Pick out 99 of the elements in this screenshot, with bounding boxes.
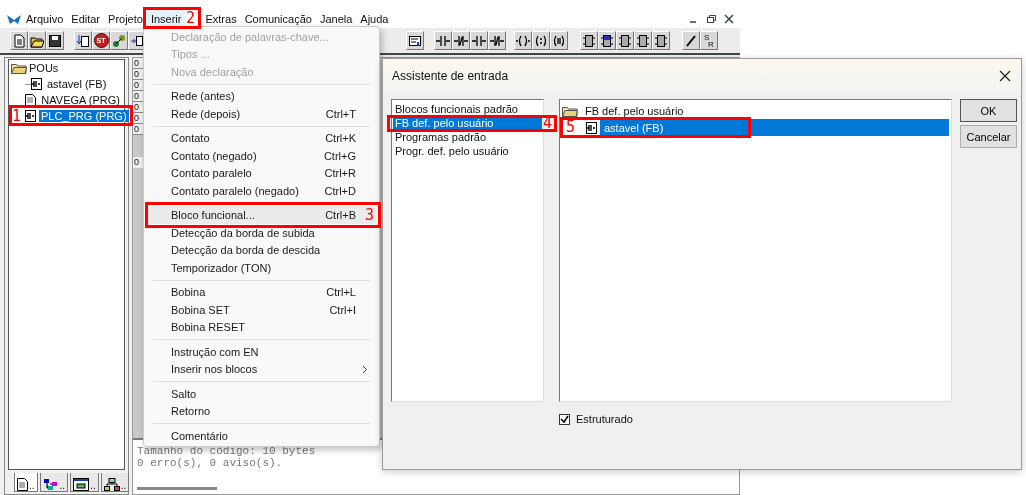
menu-item[interactable]: Contato paralelo (negado) Ctrl+D xyxy=(147,182,376,200)
menu-item[interactable]: Editar xyxy=(67,10,105,27)
checkbox[interactable] xyxy=(559,413,570,425)
toolbar-button[interactable] xyxy=(598,31,616,50)
toolbar-button[interactable] xyxy=(514,31,532,50)
connection-icon xyxy=(112,33,126,48)
toolbar-button[interactable]: S R xyxy=(700,31,718,50)
menu-item[interactable]: Contato (negado) Ctrl+G xyxy=(147,147,376,165)
checkbox-label: Estruturado xyxy=(576,413,633,425)
menu-item[interactable]: Detecção da borda de descida xyxy=(147,241,376,259)
diagonal-line-icon xyxy=(684,33,698,48)
tree-item[interactable]: FB def. pelo usuário xyxy=(581,102,949,119)
tree-item[interactable]: astavel (FB) xyxy=(45,78,109,90)
document-icon xyxy=(17,478,28,491)
resources-icon xyxy=(103,478,120,491)
menu-item[interactable]: Comunicação xyxy=(240,10,316,27)
toolbar-button[interactable] xyxy=(452,31,470,50)
annotation-number: 1 xyxy=(12,109,22,124)
close-icon[interactable] xyxy=(999,69,1011,82)
toolbar-button[interactable] xyxy=(46,31,64,50)
function-block-icon xyxy=(636,33,650,48)
menu-item[interactable]: Projeto xyxy=(104,10,147,27)
toolbar-button[interactable] xyxy=(550,31,568,50)
ladder-document-icon xyxy=(586,121,597,134)
message-line: 0 erro(s), 0 aviso(s). xyxy=(137,457,284,469)
toolbar-button[interactable] xyxy=(406,31,424,50)
document-icon xyxy=(25,94,37,106)
object-tab[interactable]: .. xyxy=(70,473,99,492)
menu-item[interactable]: Temporizador (TON) xyxy=(147,259,376,277)
menu-item[interactable]: Inserir xyxy=(146,10,186,27)
tree-item[interactable]: NAVEGA (PRG) xyxy=(39,94,122,106)
reset-coil-icon xyxy=(552,33,566,48)
menu-item[interactable]: Rede (depois) Ctrl+T xyxy=(147,105,376,123)
toolbar-button[interactable] xyxy=(434,31,452,50)
menu-item[interactable]: Salto xyxy=(147,385,376,403)
menu-item[interactable]: Contato Ctrl+K xyxy=(147,129,376,147)
menu-item[interactable]: Bobina SET Ctrl+I xyxy=(147,301,376,319)
menu-item[interactable]: Instrução com EN xyxy=(147,343,376,361)
toolbar-button[interactable] xyxy=(634,31,652,50)
tree-item[interactable]: PLC_PRG (PRG) xyxy=(39,110,129,122)
dialog-button[interactable]: OK xyxy=(960,99,1017,122)
object-tab[interactable]: .. xyxy=(100,473,130,492)
annotation-number: 2 xyxy=(185,11,195,26)
menu-item[interactable]: Bobina Ctrl+L xyxy=(147,283,376,301)
object-tab[interactable]: .. xyxy=(14,473,38,492)
dialog-button[interactable]: Cancelar xyxy=(960,125,1017,148)
menu-item[interactable]: Bobina RESET xyxy=(147,318,376,336)
toolbar-button[interactable] xyxy=(74,31,92,50)
menu-item[interactable]: Extras xyxy=(201,10,241,27)
toolbar-button[interactable] xyxy=(652,31,670,50)
app-logo-icon xyxy=(6,12,22,25)
list-icon xyxy=(408,33,422,48)
menu-item[interactable]: Detecção da borda de subida xyxy=(147,224,376,242)
menu-item[interactable]: Comentário xyxy=(147,427,376,445)
save-icon xyxy=(48,33,62,48)
network-label: 0 xyxy=(133,157,143,168)
message-line: Tamanho do código: 10 bytes xyxy=(137,445,317,457)
toolbar-button[interactable] xyxy=(470,31,488,50)
ladder-document-icon xyxy=(31,78,42,90)
list-item[interactable]: Blocos funcionais padrão xyxy=(393,102,542,116)
toolbar-button[interactable] xyxy=(532,31,550,50)
annotation-number: 3 xyxy=(364,208,374,223)
tree-connector xyxy=(25,83,31,85)
download-icon xyxy=(76,33,90,48)
close-icon[interactable] xyxy=(722,11,736,26)
menu-item[interactable]: Retorno xyxy=(147,402,376,420)
menu-item[interactable]: Arquivo xyxy=(22,10,68,27)
contact-icon xyxy=(472,33,486,48)
toolbar-button[interactable] xyxy=(580,31,598,50)
set-reset-icon: S R xyxy=(704,33,714,48)
tree-item[interactable]: POUs xyxy=(27,62,61,74)
visualization-icon xyxy=(73,478,90,491)
function-block-icon xyxy=(654,33,668,48)
menu-item[interactable]: Contato paralelo Ctrl+R xyxy=(147,164,376,182)
toolbar-button[interactable] xyxy=(682,31,700,50)
function-block-icon xyxy=(600,33,614,48)
toolbar-button[interactable] xyxy=(28,31,46,50)
toolbar-button[interactable] xyxy=(616,31,634,50)
menu-item[interactable]: Rede (antes) xyxy=(147,87,376,105)
object-tab[interactable]: .. xyxy=(39,473,69,492)
contact-icon xyxy=(436,33,450,48)
open-folder-icon xyxy=(562,104,578,117)
menu-item[interactable]: Janela xyxy=(315,10,357,27)
menu-item[interactable]: Ajuda xyxy=(356,10,393,27)
negated-contact-icon xyxy=(454,33,468,48)
new-file-icon xyxy=(12,33,26,48)
ladder-document-icon xyxy=(25,110,36,122)
function-block-icon xyxy=(618,33,632,48)
coil-icon xyxy=(516,33,530,48)
annotation-number: 5 xyxy=(566,120,576,135)
toolbar-button[interactable] xyxy=(488,31,506,50)
negated-contact-icon xyxy=(490,33,504,48)
menu-item[interactable]: Inserir nos blocos xyxy=(147,360,376,378)
list-item[interactable]: Programas padrão xyxy=(393,130,542,144)
list-item[interactable]: Progr. def. pelo usuário xyxy=(393,144,542,158)
function-block-icon xyxy=(582,33,596,48)
set-coil-icon xyxy=(534,33,548,48)
dialog-title: Assistente de entrada xyxy=(392,68,509,83)
data-types-icon xyxy=(42,478,59,491)
